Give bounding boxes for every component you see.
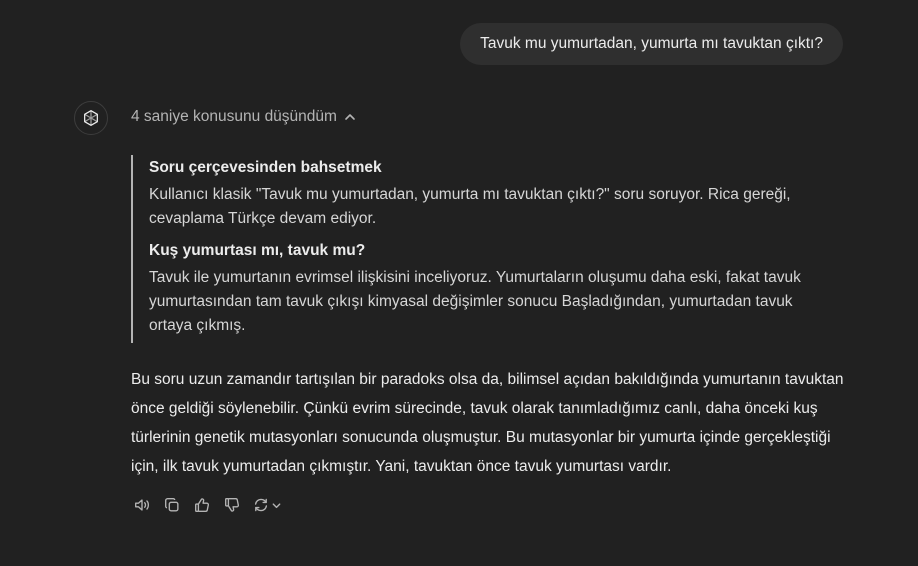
regenerate-icon — [254, 498, 268, 512]
bad-response-button[interactable] — [221, 494, 243, 516]
chevron-up-icon — [345, 114, 355, 120]
thought-label: 4 saniye konusunu düşündüm — [131, 108, 337, 125]
copy-icon — [165, 498, 179, 512]
thumbs-down-icon — [225, 498, 240, 512]
user-message-bubble: Tavuk mu yumurtadan, yumurta mı tavuktan… — [460, 23, 843, 65]
good-response-button[interactable] — [191, 494, 213, 516]
reasoning-title: Kuş yumurtası mı, tavuk mu? — [149, 242, 366, 259]
chat-page: Tavuk mu yumurtadan, yumurta mı tavuktan… — [0, 0, 918, 566]
user-message-text: Tavuk mu yumurtadan, yumurta mı tavuktan… — [480, 35, 823, 52]
thumbs-up-icon — [195, 498, 210, 512]
reasoning-text: Tavuk ile yumurtanın evrimsel ilişkisini… — [149, 269, 801, 334]
assistant-answer: Bu soru uzun zamandır tartışılan bir par… — [131, 371, 844, 475]
assistant-avatar — [74, 101, 108, 135]
reasoning-block: Soru çerçevesinden bahsetmek Kullanıcı k… — [131, 155, 821, 343]
copy-button[interactable] — [161, 494, 183, 516]
chevron-down-icon — [272, 502, 281, 508]
reasoning-title: Soru çerçevesinden bahsetmek — [149, 159, 382, 176]
openai-logo-icon — [84, 110, 98, 126]
thought-toggle-button[interactable]: 4 saniye konusunu düşündüm — [131, 108, 357, 126]
read-aloud-button[interactable] — [131, 494, 153, 516]
regenerate-button[interactable] — [251, 494, 283, 516]
message-actions — [131, 494, 283, 516]
reasoning-text: Kullanıcı klasik "Tavuk mu yumurtadan, y… — [149, 186, 791, 227]
speaker-icon — [135, 499, 150, 511]
